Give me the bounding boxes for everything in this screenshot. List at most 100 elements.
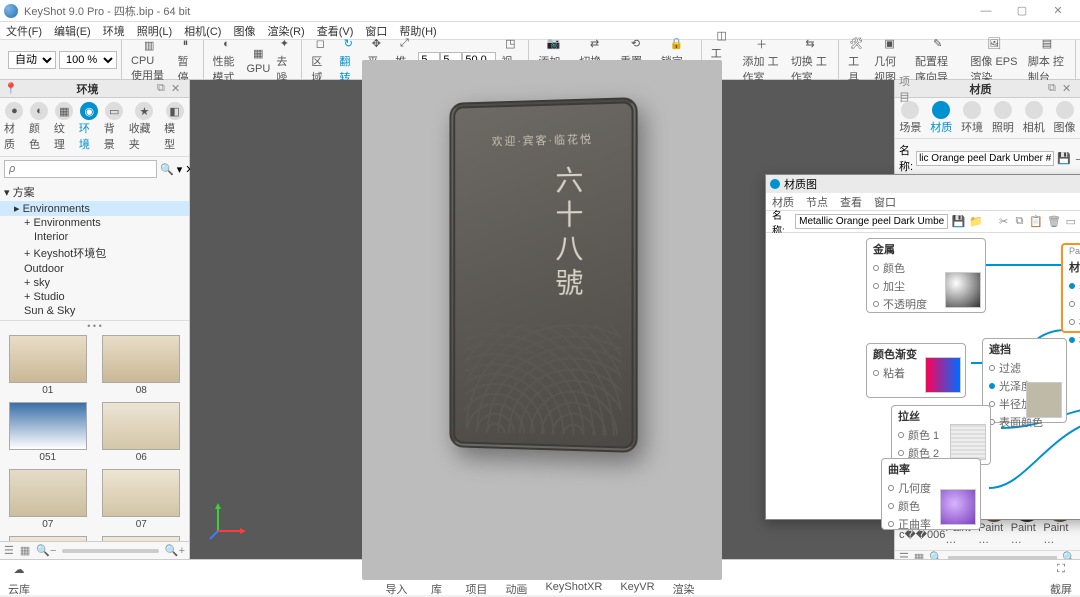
ptab-camera[interactable]: 相机 [1023, 101, 1045, 135]
library-footer: ☰ ▦ 🔍− 🔍+ [0, 541, 189, 559]
tab-favorites[interactable]: ★收藏夹 [127, 101, 162, 153]
studio-swap-icon: ⇆ [801, 35, 819, 53]
grid-view-icon[interactable]: ▦ [20, 544, 30, 557]
material-graph-titlebar[interactable]: 材质图✕ [766, 175, 1080, 193]
search-icon[interactable]: 🔍 [160, 163, 174, 176]
tree-item[interactable]: + sky [0, 276, 189, 290]
ptab-lighting[interactable]: 照明 [992, 101, 1014, 135]
tools-button[interactable]: 🛠工具 [843, 33, 869, 87]
graph-tab-view[interactable]: 查看 [840, 194, 862, 210]
library-search-input[interactable] [4, 160, 157, 178]
zoom-in-icon[interactable]: 🔍+ [165, 544, 185, 557]
window-title: KeyShot 9.0 Pro - 四栋.bip - 64 bit [24, 3, 968, 19]
thumb-size-slider[interactable] [62, 549, 158, 553]
zoom-out-icon[interactable]: 🔍− [36, 544, 56, 557]
folder-icon[interactable]: 📁 [969, 215, 983, 229]
cut-icon[interactable]: ✂ [998, 215, 1010, 229]
node-brush[interactable]: 拉丝 颜色 1 颜色 2 [891, 405, 991, 465]
workspace-button[interactable]: ▥CPU 使用量 [126, 35, 173, 85]
camera-swap-icon: ⇄ [586, 35, 604, 53]
arrow-icon[interactable]: → [1074, 152, 1080, 164]
tab-texture[interactable]: ▦纹理 [52, 101, 77, 153]
script-console-button[interactable]: ▤脚本 控制台 [1023, 33, 1071, 87]
chip-icon: ▦ [249, 45, 267, 63]
perf-button[interactable]: ◐性能 模式 [208, 33, 246, 87]
ptab-scene[interactable]: 场景 [899, 101, 921, 135]
app-logo-icon [4, 4, 18, 18]
delete-icon[interactable]: 🗑 [1047, 215, 1061, 229]
tab-environment[interactable]: ◉环境 [77, 101, 102, 153]
thumbnail-grid: 01 08 051 06 07 07 07 08 08 08 [0, 331, 189, 541]
tree-item[interactable]: Outdoor [0, 262, 189, 276]
undock-icon[interactable]: ⧉ [1048, 82, 1062, 95]
cloud-library-button[interactable]: ☁云库 [8, 559, 30, 597]
tab-color[interactable]: ◐颜色 [27, 101, 52, 153]
graph-tab-node[interactable]: 节点 [806, 194, 828, 210]
thumb-item[interactable]: 051 [4, 402, 92, 463]
plate-subtitle: 欢迎·宾客·临花悦 [455, 129, 631, 149]
denoise-button[interactable]: ✦去噪 [271, 33, 297, 87]
filter-icon[interactable]: ▾ [177, 163, 183, 176]
group-icon[interactable]: ▭ [1065, 215, 1077, 229]
gpu-button[interactable]: ▦GPU [245, 43, 271, 77]
tab-material[interactable]: ●材质 [2, 101, 27, 153]
close-button[interactable]: ✕ [1040, 0, 1076, 22]
node-curvature[interactable]: 曲率 几何度 颜色 正曲率 [881, 458, 981, 530]
thumb-item[interactable]: 07 [98, 469, 186, 530]
cube-icon: ◳ [501, 35, 519, 53]
camera-reset-icon: ⟲ [627, 35, 645, 53]
tree-item[interactable]: + Environments [0, 216, 189, 230]
node-gradient[interactable]: 颜色渐变 粘着 [866, 343, 966, 398]
save-icon[interactable]: 💾 [1057, 152, 1071, 165]
region-button[interactable]: ◻区域 [306, 33, 334, 87]
ptab-image[interactable]: 图像 [1054, 101, 1076, 135]
thumb-item[interactable]: 06 [98, 402, 186, 463]
paste-icon[interactable]: 📋 [1029, 215, 1043, 229]
tree-root[interactable]: ▾ 方案 [0, 183, 189, 201]
node-mask[interactable]: 遮挡 过滤 光泽度 半径加算 表面颜色 [982, 338, 1067, 423]
list-view-icon[interactable]: ☰ [4, 544, 14, 557]
flip-button[interactable]: ↻翻转 [334, 33, 362, 87]
tab-model[interactable]: ◧模型 [162, 101, 187, 153]
node-metal[interactable]: 金属 颜色 加尘 不透明度 [866, 238, 986, 313]
tree-item[interactable]: Sun & Sky [0, 304, 189, 318]
graph-name-input[interactable] [795, 214, 948, 229]
add-studio-button[interactable]: ＋添加 工作室 [738, 33, 786, 87]
auto-select[interactable]: 自动 [8, 51, 56, 69]
tree-item[interactable]: + Studio [0, 290, 189, 304]
tab-background[interactable]: ▭背景 [102, 101, 127, 153]
crop-icon: ◻ [311, 35, 329, 53]
close-panel-icon[interactable]: ✕ [171, 82, 185, 95]
pause-button[interactable]: ⏸暂停 [173, 33, 199, 87]
terminal-icon: ▤ [1038, 35, 1056, 53]
save-icon[interactable]: 💾 [952, 215, 966, 229]
menu-environment[interactable]: 环境 [103, 23, 125, 39]
maximize-button[interactable]: ▢ [1004, 0, 1040, 22]
axis-gizmo[interactable] [208, 501, 248, 541]
zoom-select[interactable]: 100 % [59, 51, 117, 69]
close-panel-icon[interactable]: ✕ [1062, 82, 1076, 95]
render-viewport[interactable]: 欢迎·宾客·临花悦 六十八號 材质图✕ 材质 节点 查看 窗口 名称: 💾 [190, 80, 894, 559]
screenshot-button[interactable]: ⛶截屏 [1050, 559, 1072, 597]
undock-icon[interactable]: ⧉ [157, 82, 171, 95]
material-name-input[interactable] [916, 151, 1054, 166]
tree-item[interactable]: + Keyshot环境包 [0, 244, 189, 262]
thumb-item[interactable]: 07 [4, 469, 92, 530]
copy-icon[interactable]: ⧉ [1014, 215, 1026, 229]
switch-studio-button[interactable]: ⇆切换 工作室 [786, 33, 834, 87]
config-wizard-button[interactable]: ✎配置程 序向导 [910, 33, 965, 87]
graph-tab-window[interactable]: 窗口 [874, 194, 896, 210]
menu-edit[interactable]: 编辑(E) [54, 23, 91, 39]
minimize-button[interactable]: — [968, 0, 1004, 22]
thumb-item[interactable]: 01 [4, 335, 92, 396]
ptab-material[interactable]: 材质 [930, 101, 952, 135]
tree-item[interactable]: ▸ Environments [0, 201, 189, 216]
pin-icon[interactable]: 📍 [4, 82, 18, 95]
ptab-environment[interactable]: 环境 [961, 101, 983, 135]
node-graph-canvas[interactable]: 金属 颜色 加尘 不透明度 Paint Metallic Orange p… 材… [766, 233, 1080, 519]
menu-file[interactable]: 文件(F) [6, 23, 42, 39]
render-eps-button[interactable]: 🖼图像 EPS 渲染 [965, 33, 1022, 87]
tree-item[interactable]: Interior [0, 230, 189, 244]
node-material-output[interactable]: Paint Metallic Orange p… 材质 表面 几何图形 标签 标… [1061, 243, 1080, 333]
thumb-item[interactable]: 08 [98, 335, 186, 396]
